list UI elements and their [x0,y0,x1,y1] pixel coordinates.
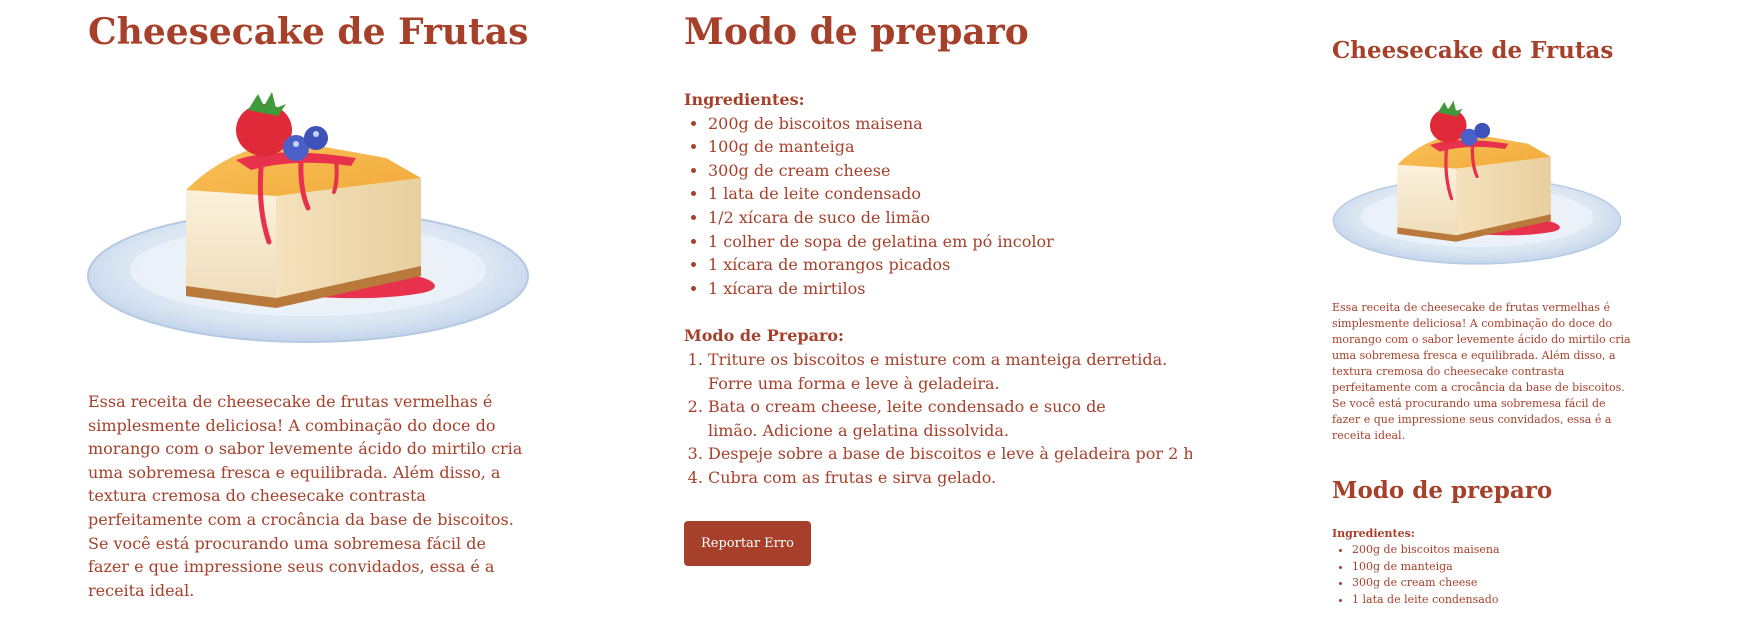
step-text: Bata o cream cheese, leite condensado e … [708,397,1106,440]
step-item: Cubra com as frutas e sirva gelado. [708,466,1192,490]
preparation-column: Modo de preparo Ingredientes: 200g de bi… [684,8,1192,566]
step-item: Triture os biscoitos e misture com a man… [708,348,1178,395]
ingredient-item: 200g de biscoitos maisena [708,112,1192,136]
recipe-column: Cheesecake de Frutas Essa receita de che… [87,8,529,602]
preparation-heading: Modo de preparo [684,11,1029,53]
preview-ingredient-item: 300g de cream cheese [1352,575,1632,592]
preview-ingredient-item: 1 lata de leite condensado [1352,592,1632,609]
preview-preparation-heading: Modo de preparo [1332,477,1553,504]
ingredient-item: 1 lata de leite condensado [708,182,1192,206]
step-text: Despeje sobre a base de biscoitos e leve… [708,444,1192,464]
recipe-description: Essa receita de cheesecake de frutas ver… [88,392,523,600]
step-text: Triture os biscoitos e misture com a man… [708,349,1168,393]
cheesecake-illustration [87,92,529,343]
ingredient-item: 1 colher de sopa de gelatina em pó incol… [708,230,1192,254]
step-item: Bata o cream cheese, leite condensado e … [708,395,1148,442]
ingredient-item: 1 xícara de morangos picados [708,253,1192,277]
preview-ingredient-item: 200g de biscoitos maisena [1352,542,1632,559]
ingredients-list: 200g de biscoitos maisena 100g de mantei… [684,112,1192,301]
preview-ingredient-item: 100g de manteiga [1352,559,1632,576]
recipe-title: Cheesecake de Frutas [88,11,529,53]
steps-list: Triture os biscoitos e misture com a man… [684,348,1192,490]
mobile-preview-column: Cheesecake de Frutas Essa receita de che… [1332,36,1632,608]
steps-label: Modo de Preparo: [684,326,844,346]
preview-ingredients-list: 200g de biscoitos maisena 100g de mantei… [1332,542,1632,608]
page: Cheesecake de Frutas Essa receita de che… [0,0,1758,623]
ingredients-label: Ingredientes: [684,90,805,109]
step-text: Cubra com as frutas e sirva gelado. [708,467,997,487]
ingredient-item: 300g de cream cheese [708,159,1192,183]
preview-recipe-title: Cheesecake de Frutas [1332,37,1614,64]
cheesecake-illustration [1332,100,1622,265]
ingredient-item: 1 xícara de mirtilos [708,277,1192,301]
report-error-button[interactable]: Reportar Erro [684,520,811,566]
ingredient-item: 100g de manteiga [708,135,1192,159]
ingredient-item: 1/2 xícara de suco de limão [708,206,1192,230]
step-item: Despeje sobre a base de biscoitos e leve… [708,442,1192,466]
preview-ingredients-label: Ingredientes: [1332,527,1415,540]
preview-recipe-description: Essa receita de cheesecake de frutas ver… [1332,301,1631,442]
